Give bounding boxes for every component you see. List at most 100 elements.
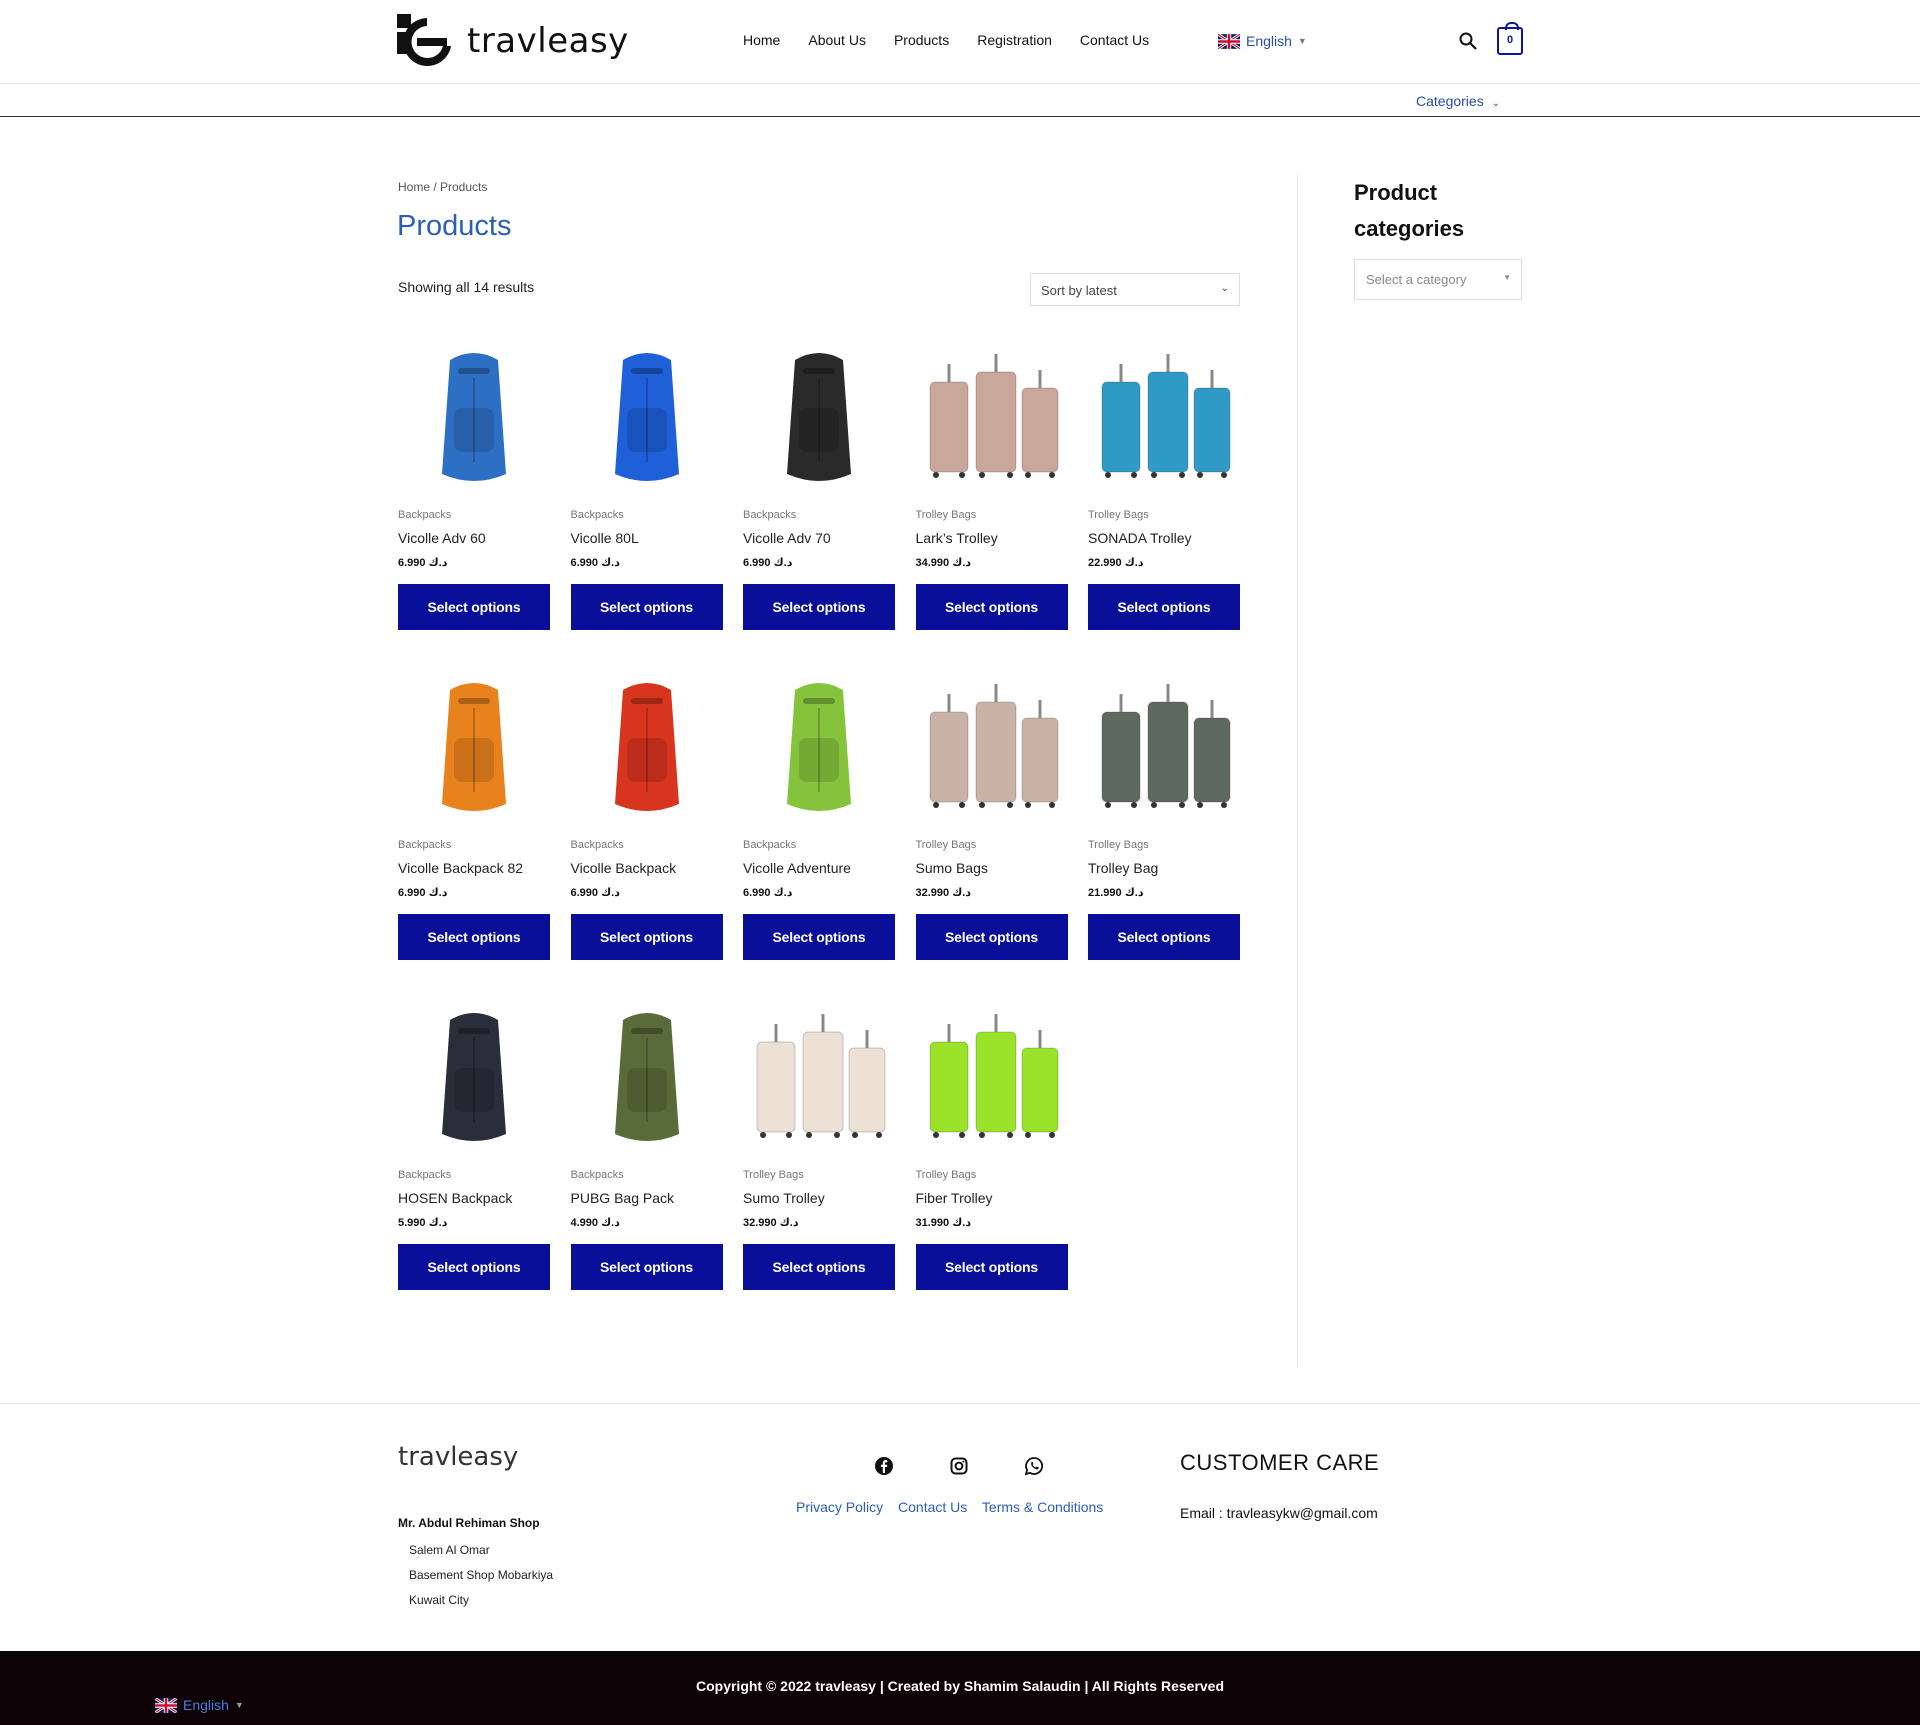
copyright-bar: Copyright © 2022 travleasy | Created by …	[0, 1651, 1920, 1725]
product-name[interactable]: SONADA Trolley	[1088, 530, 1191, 546]
nav-home[interactable]: Home	[743, 32, 780, 48]
product-image[interactable]	[743, 1014, 896, 1159]
product-price: 6.990 د.ك	[398, 887, 448, 899]
terms-conditions-link[interactable]: Terms & Conditions	[982, 1499, 1103, 1515]
social-links	[874, 1456, 1044, 1476]
product-price: 6.990 د.ك	[398, 557, 448, 569]
caret-down-icon: ▼	[1503, 273, 1511, 282]
select-options-button[interactable]: Select options	[398, 1244, 550, 1290]
select-options-button[interactable]: Select options	[570, 1244, 723, 1290]
product-image[interactable]	[570, 683, 724, 829]
whatsapp-icon[interactable]	[1024, 1456, 1044, 1476]
logo-text: travleasy	[467, 21, 629, 61]
product-name[interactable]: Fiber Trolley	[916, 1190, 993, 1206]
product-card: Trolley Bags SONADA Trolley 22.990 د.ك Sele…	[1088, 342, 1241, 630]
product-name[interactable]: Sumo Trolley	[743, 1190, 825, 1206]
product-category: Trolley Bags	[915, 839, 977, 851]
product-name[interactable]: Vicolle Adv 60	[398, 530, 486, 546]
contact-us-link[interactable]: Contact Us	[898, 1499, 967, 1515]
product-price: 34.990 د.ك	[915, 557, 972, 569]
customer-care-email[interactable]: Email : travleasykw@gmail.com	[1180, 1505, 1378, 1521]
product-name[interactable]: Trolley Bag	[1088, 860, 1158, 876]
product-image[interactable]	[398, 353, 551, 499]
instagram-icon[interactable]	[949, 1456, 969, 1476]
sidebar-title: Product categories	[1354, 180, 1465, 241]
product-image[interactable]	[743, 683, 896, 829]
product-card: Trolley Bags Sumo Trolley 32.990 د.ك Select…	[743, 1002, 896, 1290]
site-footer: travleasy Mr. Abdul Rehiman Shop Salem A…	[0, 1403, 1920, 1651]
product-name[interactable]: Vicolle Adv 70	[743, 530, 831, 546]
address-line: Salem Al Omar	[409, 1543, 490, 1557]
language-switcher[interactable]: English ▼	[1218, 33, 1307, 49]
address-line: Basement Shop Mobarkiya	[409, 1568, 554, 1582]
product-image[interactable]	[915, 684, 1069, 829]
product-name[interactable]: Vicolle Backpack 82	[398, 860, 523, 876]
uk-flag-icon	[155, 1697, 177, 1713]
product-image[interactable]	[570, 1013, 724, 1159]
product-category: Backpacks	[570, 1169, 624, 1181]
product-category: Backpacks	[743, 839, 797, 851]
product-card: Trolley Bags Lark’s Trolley 34.990 د.ك Sele…	[915, 342, 1069, 630]
product-image[interactable]	[398, 683, 551, 829]
privacy-policy-link[interactable]: Privacy Policy	[796, 1499, 883, 1515]
select-options-button[interactable]: Select options	[398, 584, 550, 630]
select-options-button[interactable]: Select options	[570, 914, 723, 960]
breadcrumb: Home / Products	[398, 180, 488, 194]
nav-contact-us[interactable]: Contact Us	[1080, 32, 1149, 48]
select-options-button[interactable]: Select options	[915, 914, 1068, 960]
category-select[interactable]: Select a category ▼	[1354, 259, 1522, 300]
customer-care-title: CUSTOMER CARE	[1180, 1450, 1380, 1475]
product-name[interactable]: PUBG Bag Pack	[571, 1190, 675, 1206]
product-image[interactable]	[915, 1014, 1069, 1159]
floating-language-switcher[interactable]: English ▼	[155, 1697, 244, 1713]
select-options-button[interactable]: Select options	[743, 584, 895, 630]
site-logo[interactable]: travleasy	[397, 12, 629, 70]
product-category: Trolley Bags	[1088, 839, 1149, 851]
sort-select[interactable]: Sort by latest ⌄	[1030, 273, 1240, 306]
nav-products[interactable]: Products	[894, 32, 949, 48]
chevron-down-icon: ⌄	[1220, 283, 1229, 294]
select-options-button[interactable]: Select options	[743, 914, 895, 960]
select-options-button[interactable]: Select options	[398, 914, 550, 960]
select-options-button[interactable]: Select options	[1088, 914, 1240, 960]
facebook-icon[interactable]	[874, 1456, 894, 1476]
product-price: 22.990 د.ك	[1088, 557, 1144, 569]
product-name[interactable]: Vicolle Adventure	[743, 860, 851, 876]
product-image[interactable]	[398, 1013, 551, 1159]
product-name[interactable]: Sumo Bags	[916, 860, 988, 876]
product-card: Backpacks Vicolle Adventure 6.990 د.ك Selec…	[743, 672, 896, 960]
product-category: Backpacks	[570, 509, 624, 521]
product-image[interactable]	[570, 353, 724, 499]
select-options-button[interactable]: Select options	[915, 1244, 1068, 1290]
product-image[interactable]	[743, 353, 896, 499]
page-title: Products	[397, 210, 512, 242]
nav-registration[interactable]: Registration	[977, 32, 1052, 48]
product-card: Trolley Bags Fiber Trolley 31.990 د.ك Selec…	[915, 1002, 1069, 1290]
select-options-button[interactable]: Select options	[570, 584, 723, 630]
caret-down-icon: ▼	[1297, 36, 1307, 46]
select-options-button[interactable]: Select options	[915, 584, 1068, 630]
search-icon[interactable]	[1458, 31, 1478, 51]
product-card: Backpacks Vicolle Adv 70 6.990 د.ك Select o…	[743, 342, 896, 630]
main-nav: Home About Us Products Registration Cont…	[743, 32, 1177, 48]
footer-logo[interactable]: travleasy	[398, 1442, 518, 1472]
nav-about-us[interactable]: About Us	[808, 32, 866, 48]
cart-button[interactable]: 0	[1497, 22, 1523, 55]
product-name[interactable]: Lark’s Trolley	[916, 530, 998, 546]
product-name[interactable]: HOSEN Backpack	[398, 1190, 512, 1206]
product-image[interactable]	[1088, 354, 1241, 499]
product-category: Backpacks	[743, 509, 797, 521]
categories-menu[interactable]: Categories ⌄	[1416, 93, 1500, 109]
product-image[interactable]	[915, 354, 1069, 499]
product-name[interactable]: Vicolle 80L	[571, 530, 639, 546]
product-price: 6.990 د.ك	[570, 557, 620, 569]
shop-name: Mr. Abdul Rehiman Shop	[398, 1516, 540, 1530]
product-price: 32.990 د.ك	[915, 887, 972, 899]
product-name[interactable]: Vicolle Backpack	[571, 860, 677, 876]
select-options-button[interactable]: Select options	[1088, 584, 1240, 630]
product-card: Backpacks Vicolle 80L 6.990 د.ك Select opti…	[570, 342, 724, 630]
select-options-button[interactable]: Select options	[743, 1244, 895, 1290]
product-image[interactable]	[1088, 684, 1241, 829]
product-price: 31.990 د.ك	[915, 1217, 972, 1229]
product-card: Backpacks HOSEN Backpack 5.990 د.ك Select o…	[398, 1002, 551, 1290]
